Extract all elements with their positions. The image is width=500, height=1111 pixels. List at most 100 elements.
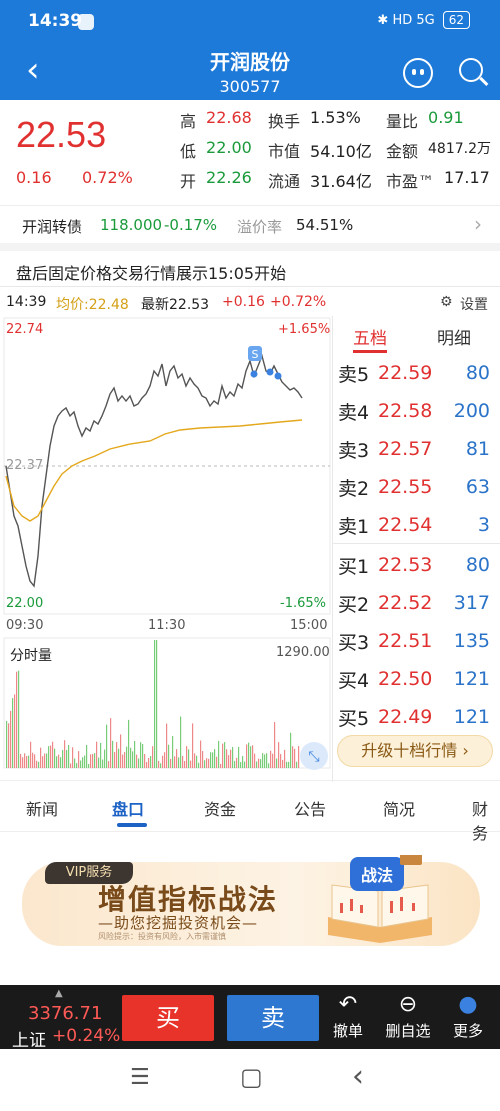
tab-item[interactable]: 盘口	[112, 796, 144, 820]
volume-bar	[6, 721, 8, 768]
stat-label: 低	[180, 142, 197, 161]
toolbar-button[interactable]: ● 更多	[440, 990, 496, 1041]
sell-button[interactable]: 卖	[227, 995, 319, 1041]
volume-bar	[162, 755, 164, 768]
volume-bar	[8, 723, 10, 768]
stat-value: 22.68	[206, 108, 252, 127]
ask-level[interactable]: 卖3 22.57 81	[338, 430, 490, 468]
stat-label: 市盈™	[386, 172, 435, 191]
ask-level[interactable]: 卖5 22.59 80	[338, 354, 490, 392]
settings-label[interactable]: 设置	[460, 294, 488, 314]
stat-label: 换手	[268, 112, 301, 131]
volume-bar	[136, 754, 138, 768]
volume-bar	[260, 759, 262, 768]
tab-item[interactable]: 财务	[472, 796, 500, 844]
tab-item[interactable]: 公告	[294, 796, 326, 820]
level-price: 22.55	[378, 476, 433, 498]
volume-bar	[72, 747, 74, 768]
premium-value: 54.51%	[296, 216, 354, 234]
volume-bar	[244, 761, 246, 768]
volume-bar	[196, 755, 198, 768]
volume-bar	[204, 760, 206, 768]
ask-level[interactable]: 卖2 22.55 63	[338, 468, 490, 506]
level-label: 买4	[338, 669, 370, 692]
intraday-chart[interactable]: S ⤡	[0, 316, 332, 776]
volume-bar	[282, 759, 284, 768]
volume-bar	[80, 760, 82, 768]
bid-level[interactable]: 买1 22.53 80	[338, 546, 490, 584]
volume-bar	[192, 723, 194, 768]
volume-bar	[100, 742, 102, 768]
back-icon[interactable]: ‹	[26, 53, 52, 87]
volume-bar	[296, 761, 298, 768]
stat-value: 54.10亿	[310, 142, 372, 161]
buy-button[interactable]: 买	[122, 995, 214, 1041]
volume-bar	[126, 746, 128, 768]
assistant-icon[interactable]	[403, 58, 433, 88]
tab-five-levels[interactable]: 五档	[353, 324, 387, 349]
stat-value: 22.26	[206, 168, 252, 187]
level-vol: 3	[477, 514, 490, 536]
volume-bar	[34, 754, 36, 768]
convertible-bond-row[interactable]: 开润转债 118.000 -0.17% 溢价率 54.51% ›	[0, 205, 500, 243]
volume-bar	[50, 745, 52, 768]
volume-bar	[174, 756, 176, 768]
volume-bar	[160, 763, 162, 768]
quote-stat: 市值 54.10亿	[268, 138, 372, 162]
tab-item[interactable]: 资金	[204, 796, 236, 820]
divider	[0, 286, 500, 287]
bid-level[interactable]: 买2 22.52 317	[338, 584, 490, 622]
bid-level[interactable]: 买5 22.49 121	[338, 698, 490, 736]
ask-level[interactable]: 卖1 22.54 3	[338, 506, 490, 544]
toolbar-button[interactable]: ↶ 撤单	[320, 990, 376, 1041]
tab-details[interactable]: 明细	[437, 324, 471, 349]
stat-label: 市值	[268, 142, 301, 161]
back-nav-icon[interactable]: ‹	[352, 1059, 364, 1094]
ask-level[interactable]: 卖4 22.58 200	[338, 392, 490, 430]
volume-bar	[110, 718, 112, 768]
volume-bar	[64, 740, 66, 768]
volume-bar	[288, 761, 290, 768]
index-name[interactable]: 上证	[12, 1026, 46, 1051]
y-axis-mid: 22.37	[6, 458, 44, 473]
volume-bar	[130, 747, 132, 768]
tab-item[interactable]: 简况	[383, 796, 415, 820]
bid-level[interactable]: 买4 22.50 121	[338, 660, 490, 698]
volume-bar	[114, 752, 116, 768]
level-vol: 121	[453, 706, 490, 728]
volume-bar	[270, 750, 272, 768]
toolbar-button[interactable]: ⊖ 删自选	[380, 990, 436, 1041]
volume-bar	[62, 749, 64, 768]
divider	[333, 543, 500, 544]
volume-bar	[144, 753, 146, 768]
system-nav-bar: ☰ ▢ ‹	[0, 1049, 500, 1111]
more-icon: ●	[458, 992, 478, 1017]
volume-bar	[294, 748, 296, 768]
search-icon[interactable]	[459, 58, 483, 82]
bid-level[interactable]: 买3 22.51 135	[338, 622, 490, 660]
volume-bar	[56, 756, 58, 768]
tab-item[interactable]: 新闻	[26, 796, 58, 820]
index-value[interactable]: 3376.71	[28, 1003, 102, 1024]
volume-bar	[268, 763, 270, 768]
volume-bar	[68, 744, 70, 768]
volume-bar	[154, 640, 156, 768]
price-line	[5, 353, 303, 588]
battery-icon: 62	[442, 11, 470, 29]
volume-bar	[74, 758, 76, 768]
index-change[interactable]: +0.24%	[52, 1026, 120, 1046]
upgrade-ten-levels-button[interactable]: 升级十档行情 ›	[337, 735, 493, 767]
level-label: 卖1	[338, 515, 370, 538]
volume-bar	[278, 742, 280, 768]
menu-icon[interactable]: ☰	[130, 1065, 150, 1090]
home-icon[interactable]: ▢	[240, 1063, 263, 1091]
volume-bar	[124, 751, 126, 768]
quote-stat: 量比 0.91	[386, 108, 464, 132]
settings-icon[interactable]: ⚙	[440, 294, 453, 310]
volume-bar	[234, 761, 236, 768]
chevron-right-icon: ›	[474, 212, 482, 236]
expand-up-icon[interactable]: ▲	[55, 988, 63, 999]
volume-bar	[84, 755, 86, 768]
latest-price: 最新22.53	[141, 297, 210, 313]
volume-bar	[190, 760, 192, 768]
